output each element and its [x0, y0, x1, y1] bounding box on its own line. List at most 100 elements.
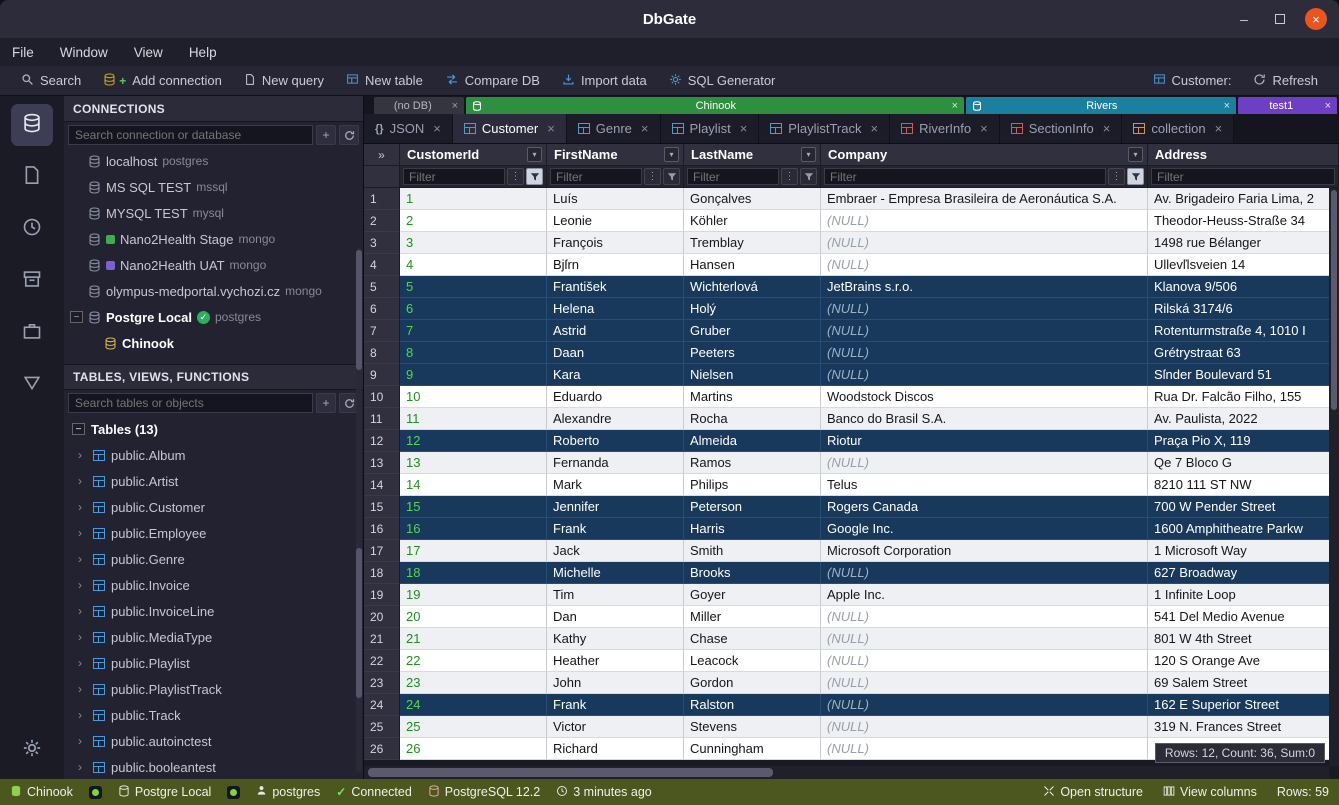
row-number[interactable]: 26	[364, 738, 400, 760]
new-table-button[interactable]: New table	[335, 66, 434, 95]
row-number[interactable]: 25	[364, 716, 400, 738]
cell-company[interactable]: (NULL)	[821, 606, 1148, 628]
add-connection-small-button[interactable]: +	[316, 125, 336, 145]
add-connection-button[interactable]: +Add connection	[92, 66, 233, 95]
chevron-right-icon[interactable]: ›	[78, 526, 87, 540]
table-item[interactable]: › public.Artist	[64, 468, 363, 494]
cell-firstname[interactable]: Fernanda	[547, 452, 684, 474]
file-tab[interactable]: RiverInfo ×	[890, 114, 1000, 143]
cell-lastname[interactable]: Peeters	[684, 342, 821, 364]
column-header[interactable]: CustomerId ▾	[400, 144, 547, 166]
close-icon[interactable]: ×	[1103, 121, 1111, 136]
database-tab[interactable]: Chinook ×	[466, 97, 964, 114]
current-tab-button[interactable]: Customer:	[1142, 73, 1243, 88]
view-columns-button[interactable]: View columns	[1163, 785, 1257, 800]
menu-item[interactable]: File	[12, 45, 34, 60]
cell-firstname[interactable]: Roberto	[547, 430, 684, 452]
connection-item[interactable]: olympus-medportal.vychozi.cz ✓ mongo	[64, 278, 363, 304]
row-number[interactable]: 3	[364, 232, 400, 254]
cell-lastname[interactable]: Philips	[684, 474, 821, 496]
table-item[interactable]: › public.booleantest	[64, 754, 363, 779]
cell-firstname[interactable]: François	[547, 232, 684, 254]
cell-customerid[interactable]: 24	[400, 694, 547, 716]
filter-input[interactable]	[1151, 168, 1335, 185]
connections-search-input[interactable]	[68, 125, 313, 145]
cell-lastname[interactable]: Tremblay	[684, 232, 821, 254]
cell-customerid[interactable]: 26	[400, 738, 547, 760]
cell-firstname[interactable]: Helena	[547, 298, 684, 320]
maximize-button[interactable]	[1269, 8, 1291, 30]
connection-item[interactable]: MYSQL TEST ✓ mysql	[64, 200, 363, 226]
cell-customerid[interactable]: 6	[400, 298, 547, 320]
sql-generator-button[interactable]: SQL Generator	[658, 66, 787, 95]
cell-address[interactable]: 1 Infinite Loop	[1148, 584, 1339, 606]
chevron-down-icon[interactable]: ▾	[1128, 147, 1143, 162]
table-item[interactable]: › public.Genre	[64, 546, 363, 572]
close-icon[interactable]: ×	[871, 121, 879, 136]
cell-company[interactable]: (NULL)	[821, 320, 1148, 342]
close-icon[interactable]: ×	[547, 121, 555, 136]
row-number[interactable]: 20	[364, 606, 400, 628]
close-icon[interactable]: ×	[641, 121, 649, 136]
row-number[interactable]: 2	[364, 210, 400, 232]
expander-icon[interactable]: −	[70, 311, 83, 323]
table-item[interactable]: › public.Invoice	[64, 572, 363, 598]
row-number[interactable]: 22	[364, 650, 400, 672]
cell-lastname[interactable]: Chase	[684, 628, 821, 650]
cell-company[interactable]: (NULL)	[821, 738, 1148, 760]
cell-firstname[interactable]: Richard	[547, 738, 684, 760]
table-item[interactable]: › public.Employee	[64, 520, 363, 546]
vertical-scrollbar[interactable]	[1329, 188, 1339, 766]
database-item[interactable]: Chinook	[64, 330, 363, 356]
row-number[interactable]: 4	[364, 254, 400, 276]
tables-scrollbar[interactable]	[356, 452, 362, 772]
cell-firstname[interactable]: Jack	[547, 540, 684, 562]
filter-input[interactable]	[550, 168, 642, 185]
cell-customerid[interactable]: 13	[400, 452, 547, 474]
connections-scrollbar[interactable]	[356, 248, 362, 458]
cell-company[interactable]: JetBrains s.r.o.	[821, 276, 1148, 298]
rail-plugins-button[interactable]	[11, 312, 53, 354]
cell-company[interactable]: (NULL)	[821, 254, 1148, 276]
menu-item[interactable]: View	[134, 45, 163, 60]
chevron-right-icon[interactable]: ›	[78, 656, 87, 670]
cell-customerid[interactable]: 22	[400, 650, 547, 672]
cell-firstname[interactable]: Frank	[547, 694, 684, 716]
cell-lastname[interactable]: Peterson	[684, 496, 821, 518]
vertical-scrollbar-thumb[interactable]	[1331, 190, 1337, 410]
cell-company[interactable]: (NULL)	[821, 650, 1148, 672]
filter-funnel-button[interactable]	[800, 168, 817, 185]
rail-cell-data-button[interactable]	[11, 364, 53, 406]
row-number[interactable]: 10	[364, 386, 400, 408]
cell-company[interactable]: Woodstock Discos	[821, 386, 1148, 408]
rail-settings-button[interactable]	[11, 729, 53, 771]
cell-firstname[interactable]: Tim	[547, 584, 684, 606]
cell-customerid[interactable]: 2	[400, 210, 547, 232]
cell-customerid[interactable]: 18	[400, 562, 547, 584]
cell-customerid[interactable]: 25	[400, 716, 547, 738]
cell-customerid[interactable]: 9	[400, 364, 547, 386]
cell-firstname[interactable]: Mark	[547, 474, 684, 496]
cell-customerid[interactable]: 1	[400, 188, 547, 210]
column-header[interactable]: Company ▾	[821, 144, 1148, 166]
filter-menu-button[interactable]: ⋮	[644, 168, 661, 185]
file-tab[interactable]: {} JSON ×	[364, 114, 453, 143]
cell-company[interactable]: Banco do Brasil S.A.	[821, 408, 1148, 430]
cell-customerid[interactable]: 20	[400, 606, 547, 628]
cell-firstname[interactable]: Alexandre	[547, 408, 684, 430]
cell-company[interactable]: (NULL)	[821, 628, 1148, 650]
cell-company[interactable]: (NULL)	[821, 364, 1148, 386]
cell-lastname[interactable]: Hansen	[684, 254, 821, 276]
cell-firstname[interactable]: Astrid	[547, 320, 684, 342]
row-number[interactable]: 12	[364, 430, 400, 452]
chevron-down-icon[interactable]: ▾	[801, 147, 816, 162]
status-connection[interactable]: Postgre Local	[118, 785, 211, 800]
row-number[interactable]: 17	[364, 540, 400, 562]
row-number[interactable]: 15	[364, 496, 400, 518]
tables-group-row[interactable]: − Tables (13)	[64, 416, 363, 442]
row-number[interactable]: 11	[364, 408, 400, 430]
close-icon[interactable]: ×	[952, 100, 958, 112]
horizontal-scrollbar[interactable]	[364, 766, 1329, 779]
cell-customerid[interactable]: 8	[400, 342, 547, 364]
row-number[interactable]: 8	[364, 342, 400, 364]
